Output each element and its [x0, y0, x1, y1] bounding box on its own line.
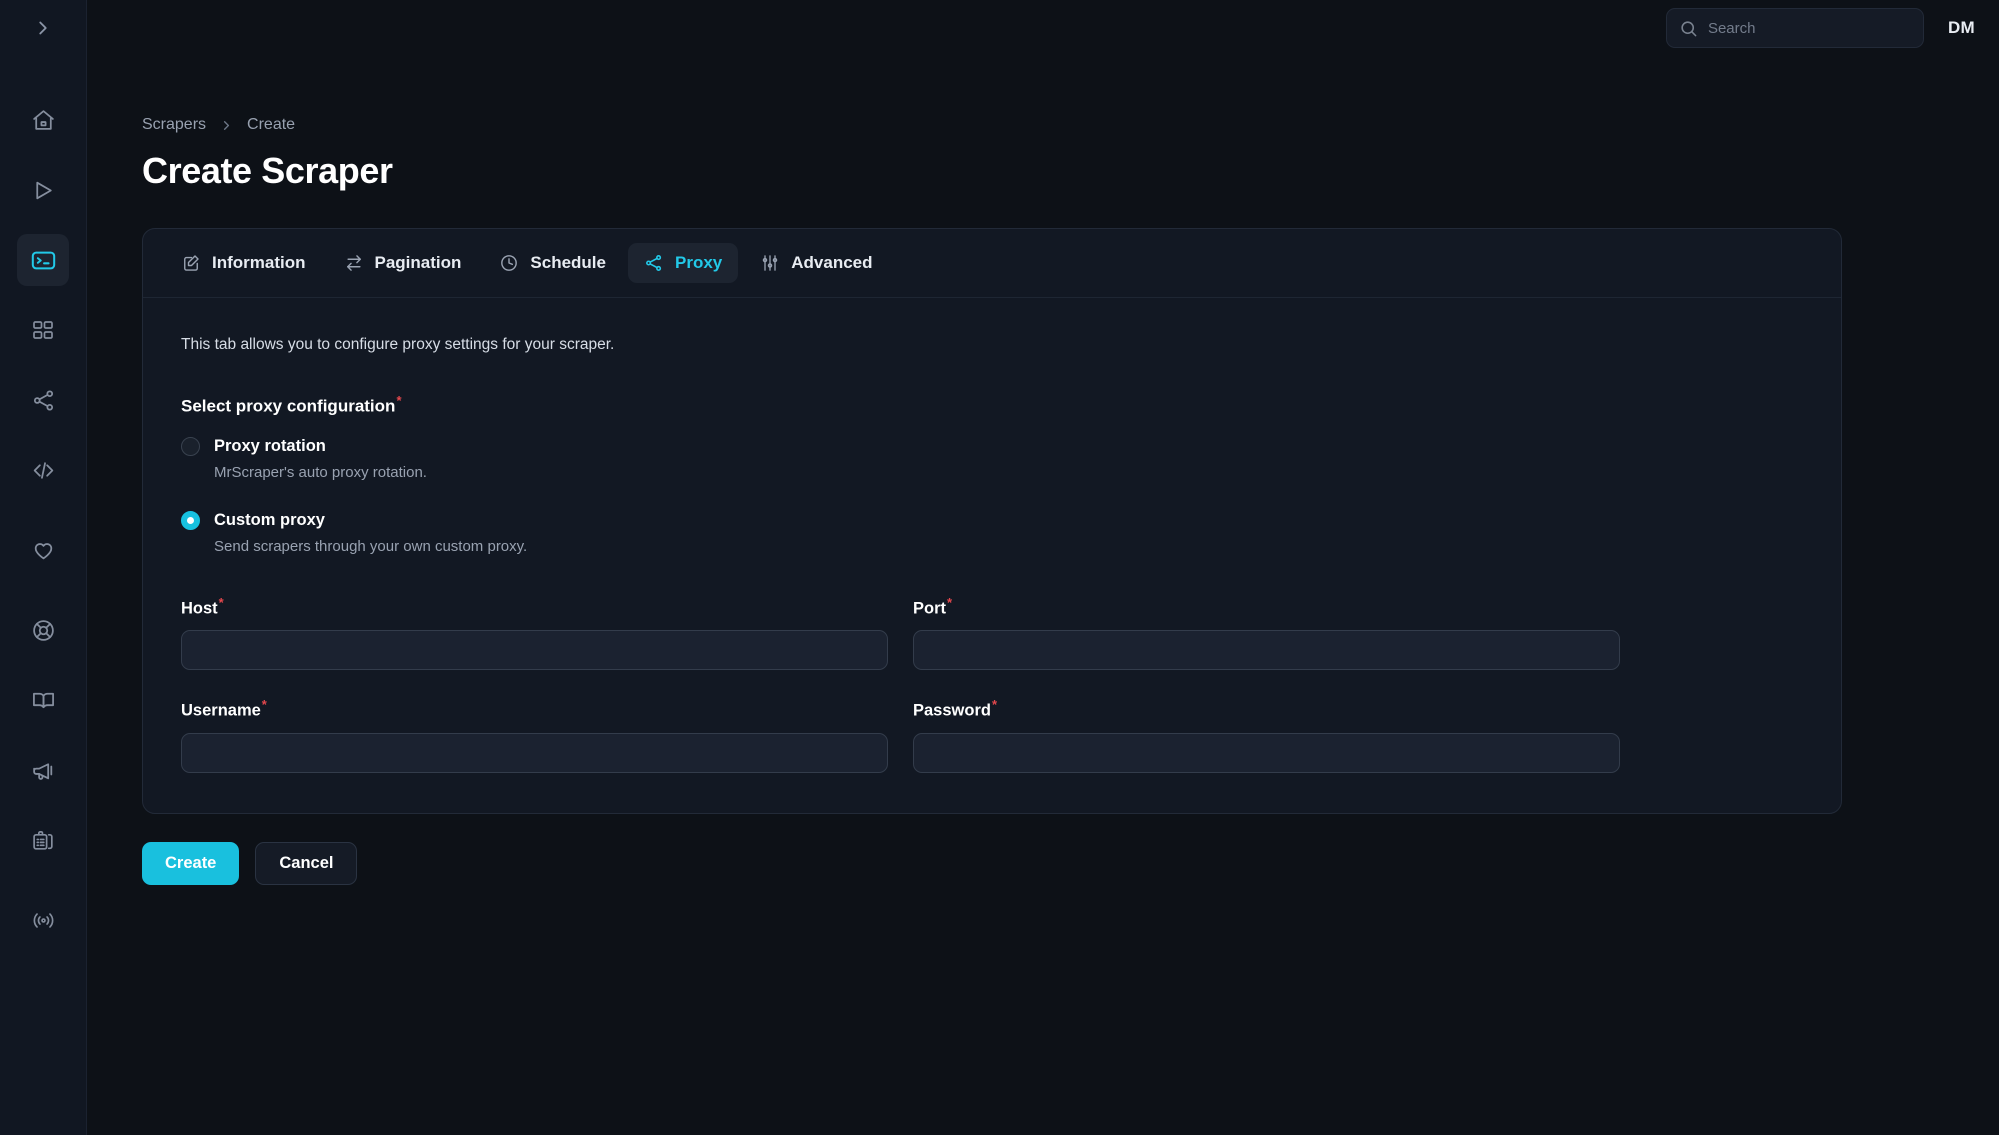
radio-custom-proxy-label[interactable]: Custom proxy [214, 511, 325, 530]
tab-bar: Information Pagination Schedule Proxy Ad… [143, 229, 1841, 298]
radio-proxy-rotation-label[interactable]: Proxy rotation [214, 437, 326, 456]
broadcast-icon [31, 908, 56, 933]
chevron-right-icon [32, 17, 54, 44]
grid-icon [31, 318, 55, 342]
radio-proxy-rotation-sublabel: MrScraper's auto proxy rotation. [214, 463, 427, 481]
left-sidebar [0, 0, 87, 1135]
proxy-config-label-text: Select proxy configuration [181, 396, 396, 416]
tab-label: Pagination [374, 253, 462, 272]
port-input[interactable] [913, 630, 1620, 671]
lifebuoy-icon [31, 618, 56, 643]
field-password-label-text: Password [913, 701, 991, 720]
avatar[interactable]: DM [1948, 18, 1975, 38]
host-input[interactable] [181, 630, 888, 671]
app-root: DM Scrapers Create Create Scraper Inform… [0, 0, 1999, 1135]
clipboard-list-icon [31, 828, 56, 853]
breadcrumb-item-scrapers[interactable]: Scrapers [142, 116, 206, 134]
book-icon [31, 688, 56, 713]
search-input[interactable] [1707, 19, 1911, 37]
tab-proxy[interactable]: Proxy [628, 243, 739, 283]
create-button[interactable]: Create [142, 841, 240, 885]
tab-label: Advanced [791, 253, 873, 272]
radio-custom-proxy-sublabel: Send scrapers through your own custom pr… [214, 537, 528, 555]
field-password: Password* [913, 697, 1620, 773]
field-password-label: Password* [913, 697, 1620, 721]
radio-option-proxy-rotation: Proxy rotation MrScraper's auto proxy ro… [181, 436, 1803, 481]
main-content: Scrapers Create Create Scraper Informati… [87, 56, 1999, 1135]
sidebar-item-integrations[interactable] [17, 374, 69, 426]
sliders-icon [760, 253, 780, 273]
sidebar-toggle-button[interactable] [21, 8, 65, 52]
chevron-right-icon [219, 118, 234, 133]
password-input[interactable] [913, 732, 1620, 773]
tab-pagination[interactable]: Pagination [328, 243, 478, 283]
share-nodes-icon [644, 253, 664, 273]
share-icon [31, 388, 56, 413]
required-asterisk: * [218, 594, 224, 610]
search-box[interactable] [1665, 8, 1924, 48]
field-port-label-text: Port [913, 599, 946, 618]
sidebar-item-favorites[interactable] [17, 524, 69, 576]
sidebar-item-scrapers[interactable] [17, 234, 69, 286]
proxy-config-label: Select proxy configuration* [181, 393, 1803, 417]
tab-label: Proxy [675, 253, 723, 272]
sidebar-item-api[interactable] [17, 444, 69, 496]
cancel-button[interactable]: Cancel [255, 841, 358, 885]
field-port: Port* [913, 595, 1620, 671]
heart-icon [31, 538, 56, 563]
proxy-tab-panel: This tab allows you to configure proxy s… [143, 298, 1841, 813]
tab-information[interactable]: Information [165, 243, 322, 283]
create-scraper-card: Information Pagination Schedule Proxy Ad… [142, 228, 1842, 814]
username-input[interactable] [181, 732, 888, 773]
code-icon [31, 458, 56, 483]
play-icon [31, 178, 56, 203]
home-icon [31, 108, 56, 133]
sidebar-item-runs[interactable] [17, 164, 69, 216]
required-asterisk: * [991, 697, 998, 713]
page-title: Create Scraper [142, 150, 393, 191]
radio-option-custom-proxy: Custom proxy Send scrapers through your … [181, 510, 1803, 555]
required-asterisk: * [261, 697, 267, 713]
clock-icon [499, 253, 519, 273]
custom-proxy-form: Host* Port* Username* Password* [181, 595, 1803, 773]
radio-proxy-rotation[interactable] [181, 436, 200, 456]
tab-label: Schedule [530, 253, 606, 272]
top-bar: DM [87, 0, 1999, 56]
form-actions: Create Cancel [142, 841, 1939, 885]
field-username-label-text: Username [181, 701, 261, 720]
sidebar-item-support[interactable] [17, 604, 69, 656]
required-asterisk: * [396, 393, 402, 408]
tab-description: This tab allows you to configure proxy s… [181, 336, 615, 353]
tab-schedule[interactable]: Schedule [483, 243, 622, 283]
sidebar-item-templates[interactable] [17, 304, 69, 356]
sidebar-item-announcements[interactable] [17, 744, 69, 796]
field-username: Username* [181, 697, 888, 773]
radio-custom-proxy[interactable] [181, 510, 200, 530]
terminal-icon [30, 247, 57, 274]
field-username-label: Username* [181, 697, 888, 721]
breadcrumb: Scrapers Create [142, 116, 1939, 134]
sidebar-item-logs[interactable] [17, 814, 69, 866]
sidebar-item-status[interactable] [17, 894, 69, 946]
megaphone-icon [31, 758, 56, 783]
arrows-swap-icon [344, 253, 364, 273]
field-port-label: Port* [913, 595, 1620, 619]
sidebar-item-home[interactable] [17, 94, 69, 146]
tab-advanced[interactable]: Advanced [744, 243, 888, 283]
required-asterisk: * [947, 594, 953, 610]
tab-label: Information [212, 253, 306, 272]
sidebar-item-docs[interactable] [17, 674, 69, 726]
search-icon [1679, 19, 1698, 38]
field-host-label: Host* [181, 595, 888, 619]
breadcrumb-item-create[interactable]: Create [247, 116, 295, 134]
edit-square-icon [181, 253, 201, 273]
field-host-label-text: Host [181, 599, 218, 618]
field-host: Host* [181, 595, 888, 671]
